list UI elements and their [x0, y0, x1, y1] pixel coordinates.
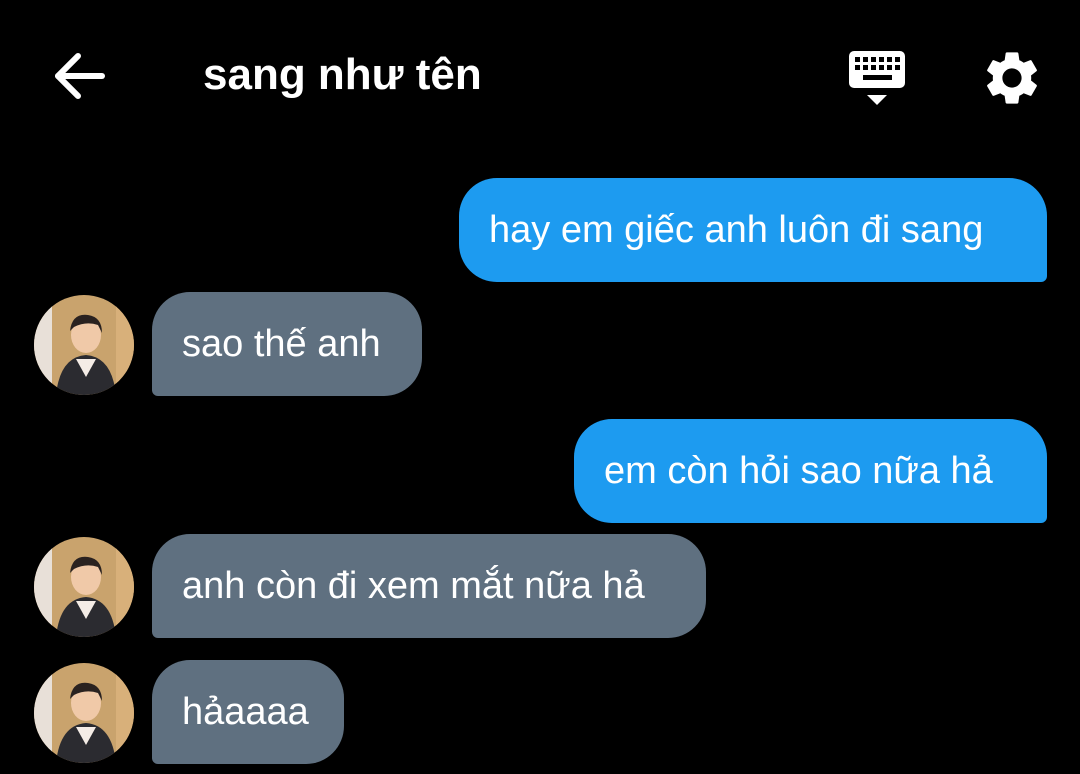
message-text: anh còn đi xem mắt nữa hả [182, 565, 645, 607]
sent-message[interactable]: hay em giếc anh luôn đi sang [459, 178, 1047, 282]
received-message[interactable]: anh còn đi xem mắt nữa hả [152, 534, 706, 638]
avatar-image [34, 663, 134, 763]
received-message[interactable]: hảaaaa [152, 660, 344, 764]
page-title: sang như tên [203, 50, 482, 99]
sent-message[interactable]: em còn hỏi sao nữa hả [574, 419, 1047, 523]
avatar-image [34, 537, 134, 637]
chat-screen: sang như tên hay em giếc anh luôn đi san… [0, 0, 1080, 774]
message-text: hay em giếc anh luôn đi sang [489, 209, 984, 251]
chat-header: sang như tên [0, 0, 1080, 150]
message-text: em còn hỏi sao nữa hả [604, 450, 993, 492]
settings-button[interactable] [980, 46, 1044, 110]
message-text: sao thế anh [182, 323, 381, 365]
avatar[interactable] [34, 295, 134, 395]
back-button[interactable] [50, 50, 108, 102]
received-message[interactable]: sao thế anh [152, 292, 422, 396]
avatar[interactable] [34, 663, 134, 763]
gear-icon [987, 52, 1037, 104]
avatar[interactable] [34, 537, 134, 637]
keyboard-button[interactable] [846, 48, 908, 110]
keyboard-icon [849, 51, 905, 105]
avatar-image [34, 295, 134, 395]
arrow-left-icon [55, 53, 105, 99]
message-text: hảaaaa [182, 691, 309, 733]
